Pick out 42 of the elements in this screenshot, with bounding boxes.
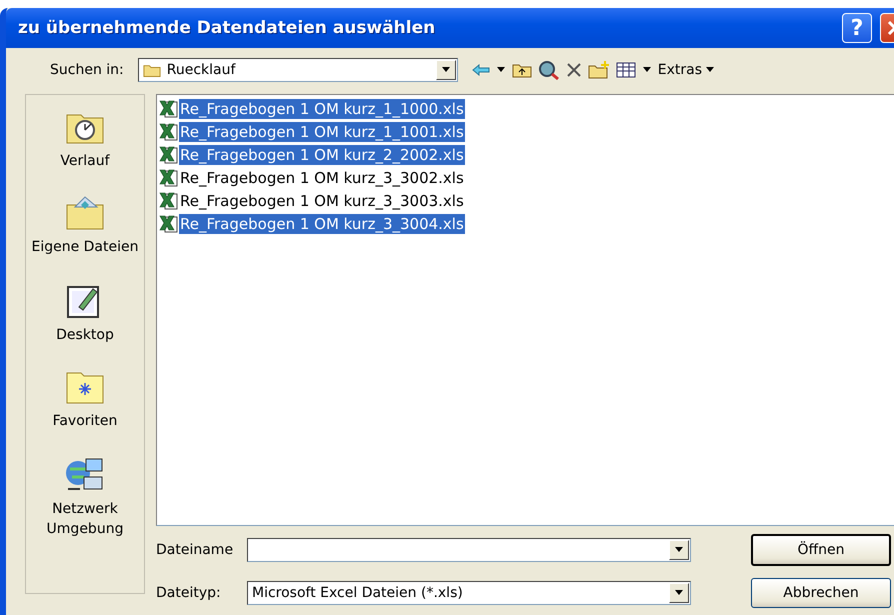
folder-icon	[142, 62, 161, 78]
file-item[interactable]: Re_Fragebogen 1 OM kurz_1_1001.xls	[179, 122, 465, 142]
dropdown-arrow-icon	[440, 67, 451, 73]
up-folder-icon[interactable]	[512, 62, 532, 78]
spreadsheet-file-icon	[159, 192, 179, 210]
places-item[interactable]: Verlauf	[26, 109, 144, 171]
file-item[interactable]: Re_Fragebogen 1 OM kurz_1_1000.xls	[179, 98, 465, 118]
file-type-label: Dateityp:	[156, 585, 222, 601]
dropdown-arrow-icon	[496, 67, 506, 73]
places-item[interactable]: Favoriten	[26, 369, 144, 431]
back-arrow-icon[interactable]	[472, 64, 490, 76]
folder-name: Ruecklauf	[166, 62, 236, 78]
window-title: zu übernehmende Datendateien auswählen	[18, 18, 436, 38]
spreadsheet-file-icon	[159, 146, 179, 164]
file-name-label: Dateiname	[156, 542, 234, 558]
dropdown-arrow-icon	[674, 547, 684, 553]
places-item[interactable]: Desktop	[26, 281, 144, 345]
places-item[interactable]: Eigene Dateien	[26, 195, 144, 257]
tools-menu[interactable]: Extras	[658, 62, 715, 78]
documents-folder-icon	[65, 195, 105, 231]
dropdown-arrow-icon	[674, 590, 684, 596]
places-item[interactable]: Netzwerk Umgebung	[26, 455, 144, 539]
file-name-field[interactable]	[247, 538, 691, 562]
look-in-dropdown[interactable]: Ruecklauf	[138, 58, 458, 82]
spreadsheet-file-icon	[159, 122, 179, 140]
look-in-label: Suchen in:	[50, 62, 124, 78]
open-button[interactable]: Öffnen	[751, 534, 891, 566]
help-button[interactable]: ?	[842, 13, 872, 43]
new-folder-icon[interactable]	[588, 61, 610, 79]
spreadsheet-file-icon	[159, 214, 179, 232]
spreadsheet-file-icon	[159, 100, 179, 118]
dropdown-arrow-icon	[705, 67, 715, 73]
spreadsheet-file-icon	[159, 168, 179, 186]
cancel-button[interactable]: Abbrechen	[751, 578, 891, 608]
file-item[interactable]: Re_Fragebogen 1 OM kurz_3_3004.xls	[179, 214, 465, 234]
file-item[interactable]: Re_Fragebogen 1 OM kurz_2_2002.xls	[179, 144, 465, 164]
dropdown-arrow-icon	[642, 67, 652, 73]
delete-icon[interactable]	[566, 62, 582, 78]
view-grid-icon[interactable]	[616, 62, 636, 78]
file-type-dropdown[interactable]: Microsoft Excel Dateien (*.xls)	[247, 581, 691, 605]
file-item[interactable]: Re_Fragebogen 1 OM kurz_3_3003.xls	[179, 190, 465, 210]
file-item[interactable]: Re_Fragebogen 1 OM kurz_3_3002.xls	[179, 168, 465, 188]
